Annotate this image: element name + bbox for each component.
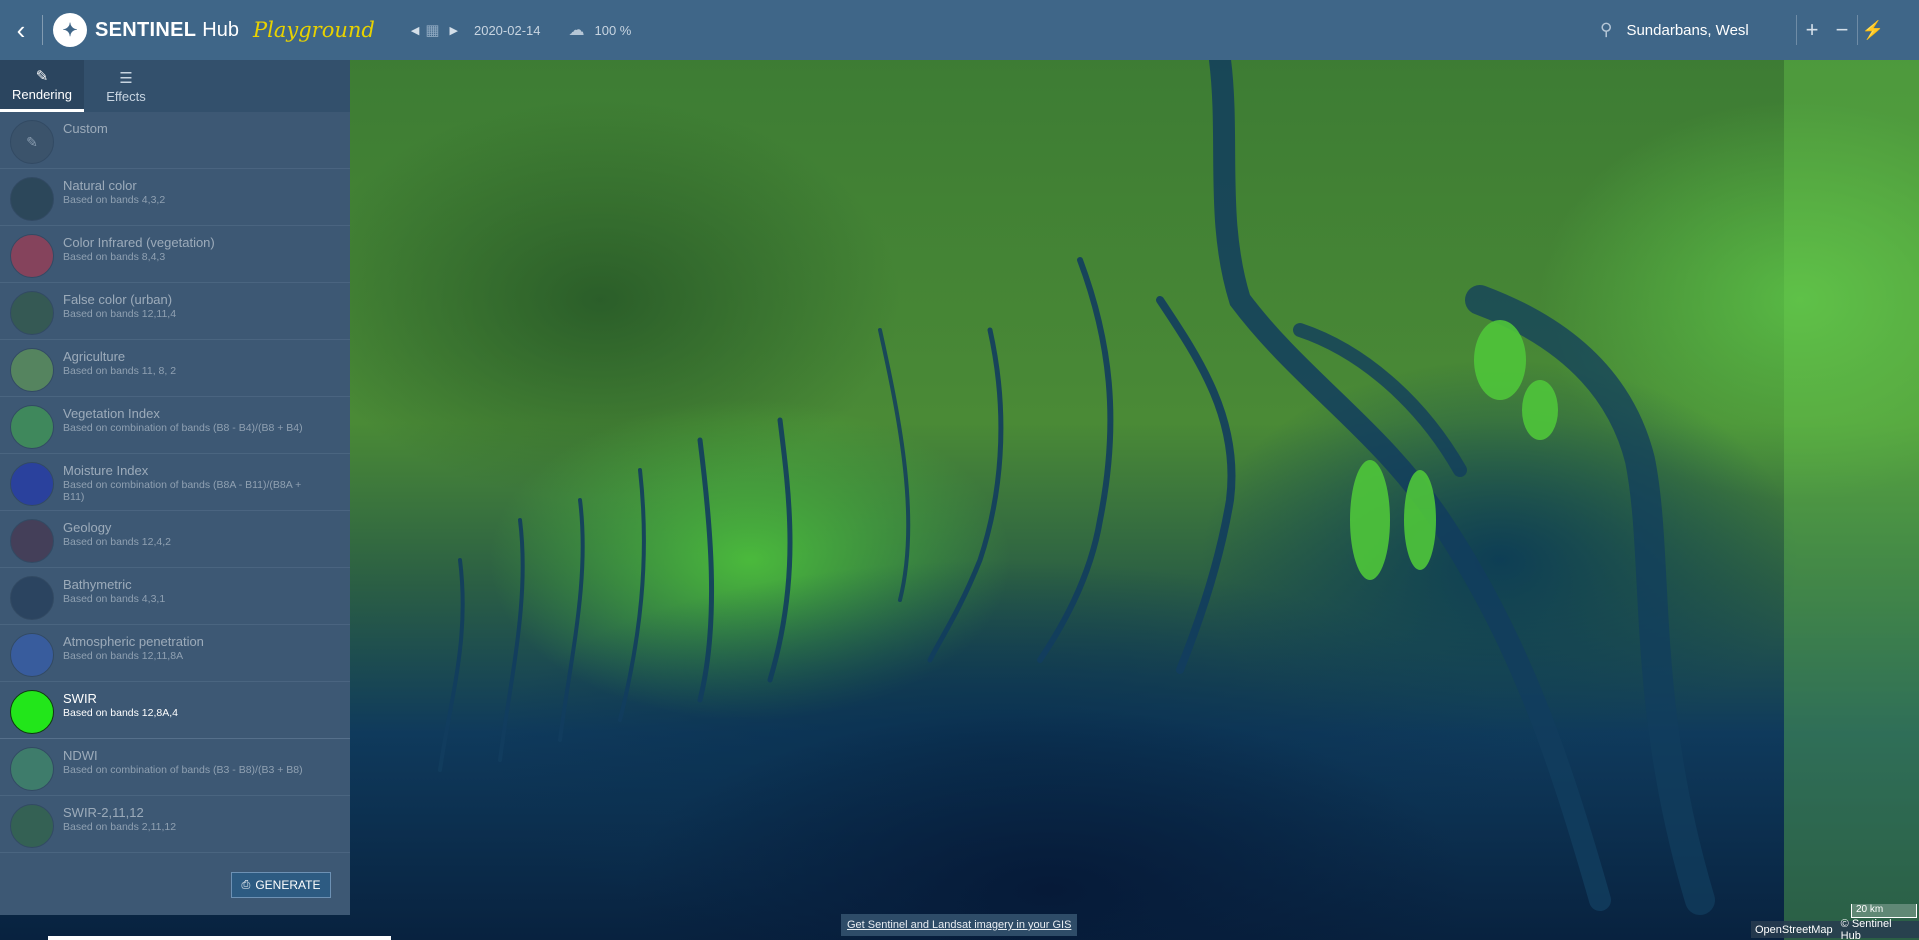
generate-label: GENERATE	[255, 878, 321, 892]
layer-title: Moisture Index	[63, 463, 149, 478]
layer-title: Natural color	[63, 178, 137, 193]
layer-title: Agriculture	[63, 349, 126, 364]
layer-item-geology[interactable]: Geology Based on bands 12,4,2	[0, 511, 350, 568]
cloud-coverage[interactable]: ☁ 100 %	[568, 20, 631, 40]
gis-imagery-link[interactable]: Get Sentinel and Landsat imagery in your…	[841, 914, 1078, 936]
cloud-coverage-value: 100 %	[594, 22, 632, 38]
next-date-icon[interactable]: ▶	[450, 24, 458, 37]
layer-description: Based on bands 12,4,2	[63, 536, 172, 548]
layer-thumbnail	[10, 405, 54, 449]
search-box: ⚲	[1600, 0, 1775, 60]
layer-item-false-color-urban[interactable]: False color (urban) Based on bands 12,11,…	[0, 283, 350, 340]
layer-thumbnail	[10, 177, 54, 221]
layer-item-swir[interactable]: SWIR Based on bands 12,8A,4	[0, 682, 350, 739]
layer-title: Color Infrared (vegetation)	[63, 235, 215, 250]
logo-hub-text: Hub	[202, 18, 239, 41]
tab-label: Rendering	[12, 87, 72, 102]
layer-item-swir-2-11-12[interactable]: SWIR-2,11,12 Based on bands 2,11,12	[0, 796, 350, 853]
layer-title: Bathymetric	[63, 577, 132, 592]
layer-description: Based on combination of bands (B8 - B4)/…	[63, 422, 303, 434]
satellite-toggle-icon[interactable]: ⚡	[1858, 0, 1888, 60]
scale-bar: 20 km	[1851, 904, 1917, 918]
layer-item-vegetation-index[interactable]: Vegetation Index Based on combination of …	[0, 397, 350, 454]
layer-title: SWIR	[63, 691, 97, 706]
layer-thumbnail	[10, 690, 54, 734]
layer-description: Based on combination of bands (B3 - B8)/…	[63, 764, 303, 776]
layer-thumbnail	[10, 804, 54, 848]
sidebar: ✎ Rendering ☰ Effects ✎ Custom Natural c…	[0, 60, 350, 915]
logo-sentinel-text: SENTINEL	[95, 18, 197, 41]
layer-description: Based on bands 12,11,8A	[63, 650, 184, 662]
layer-thumbnail	[10, 291, 54, 335]
layer-thumbnail	[10, 576, 54, 620]
search-input[interactable]	[1626, 21, 1775, 39]
brush-icon: ✎	[35, 68, 49, 85]
layer-thumbnail	[10, 747, 54, 791]
layer-description: Based on bands 4,3,1	[63, 593, 166, 605]
attribution-sentinel-hub[interactable]: © Sentinel Hub	[1841, 918, 1907, 940]
logo-playground-text: Playground	[253, 18, 375, 42]
layer-item-color-infrared[interactable]: Color Infrared (vegetation) Based on band…	[0, 226, 350, 283]
layer-item-custom[interactable]: ✎ Custom	[0, 112, 350, 169]
attribution-osm[interactable]: OpenStreetMap	[1755, 924, 1833, 936]
date-value[interactable]: 2020-02-14	[474, 23, 541, 38]
layer-title: SWIR-2,11,12	[63, 805, 144, 820]
app: ‹ ✦ SENTINEL Hub Playground ◀ ▦ ▶ 2020-0…	[0, 0, 1919, 940]
chevron-left-icon[interactable]: ‹	[0, 0, 42, 60]
top-bar: ‹ ✦ SENTINEL Hub Playground ◀ ▦ ▶ 2020-0…	[0, 0, 1919, 60]
layer-thumbnail	[10, 519, 54, 563]
layer-item-agriculture[interactable]: Agriculture Based on bands 11, 8, 2	[0, 340, 350, 397]
layer-item-bathymetric[interactable]: Bathymetric Based on bands 4,3,1	[0, 568, 350, 625]
layer-item-ndwi[interactable]: NDWI Based on combination of bands (B3 - …	[0, 739, 350, 796]
layer-thumbnail	[10, 348, 54, 392]
sliders-icon: ☰	[119, 69, 133, 87]
map-controls: + − ⚡	[1796, 0, 1888, 60]
layer-item-natural-color[interactable]: Natural color Based on bands 4,3,2	[0, 169, 350, 226]
layer-list: ✎ Custom Natural color Based on bands 4,3…	[0, 112, 350, 853]
calendar-icon[interactable]: ▦	[425, 21, 439, 39]
printer-icon: ⎙	[241, 878, 251, 891]
layer-item-moisture-index[interactable]: Moisture Index Based on combination of ba…	[0, 454, 350, 511]
tab-rendering[interactable]: ✎ Rendering	[0, 60, 84, 112]
layer-item-atmospheric-penetration[interactable]: Atmospheric penetration Based on bands 12…	[0, 625, 350, 682]
divider	[42, 15, 43, 45]
generate-wrapper: ⎙ GENERATE	[231, 872, 331, 898]
layer-description: Based on bands 2,11,12	[63, 821, 177, 833]
layer-thumbnail	[10, 633, 54, 677]
map-attribution: OpenStreetMap © Sentinel Hub	[1751, 918, 1919, 940]
tab-label: Effects	[106, 88, 146, 104]
layer-description: Based on bands 12,8A,4	[63, 707, 179, 719]
layer-description: Based on bands 12,11,4	[63, 308, 177, 320]
sidebar-tabs: ✎ Rendering ☰ Effects	[0, 60, 350, 112]
date-navigator: ◀ ▦ ▶ 2020-02-14	[405, 21, 541, 39]
layer-thumbnail	[10, 462, 54, 506]
zoom-out-button[interactable]: −	[1827, 0, 1857, 60]
layer-title: Custom	[63, 121, 108, 136]
layer-thumbnail	[10, 234, 54, 278]
layer-description: Based on combination of bands (B8A - B11…	[63, 479, 302, 504]
layer-title: Atmospheric penetration	[63, 634, 204, 649]
brush-icon: ✎	[10, 120, 54, 164]
layer-title: False color (urban)	[63, 292, 173, 307]
layer-description: Based on bands 4,3,2	[63, 194, 166, 206]
layer-description: Based on bands 8,4,3	[63, 251, 166, 263]
tab-effects[interactable]: ☰ Effects	[84, 60, 168, 112]
prev-date-icon[interactable]: ◀	[411, 24, 419, 37]
search-icon[interactable]: ⚲	[1600, 20, 1612, 40]
satellite-icon: ✦	[53, 13, 87, 47]
layer-title: Vegetation Index	[63, 406, 160, 421]
bottom-strip	[48, 936, 391, 940]
cloud-icon: ☁	[568, 22, 585, 39]
zoom-in-button[interactable]: +	[1797, 0, 1827, 60]
generate-button[interactable]: ⎙ GENERATE	[231, 872, 331, 898]
logo: ✦ SENTINEL Hub Playground	[53, 13, 375, 47]
layer-title: Geology	[63, 520, 112, 535]
layer-title: NDWI	[63, 748, 98, 763]
layer-description: Based on bands 11, 8, 2	[63, 365, 177, 377]
